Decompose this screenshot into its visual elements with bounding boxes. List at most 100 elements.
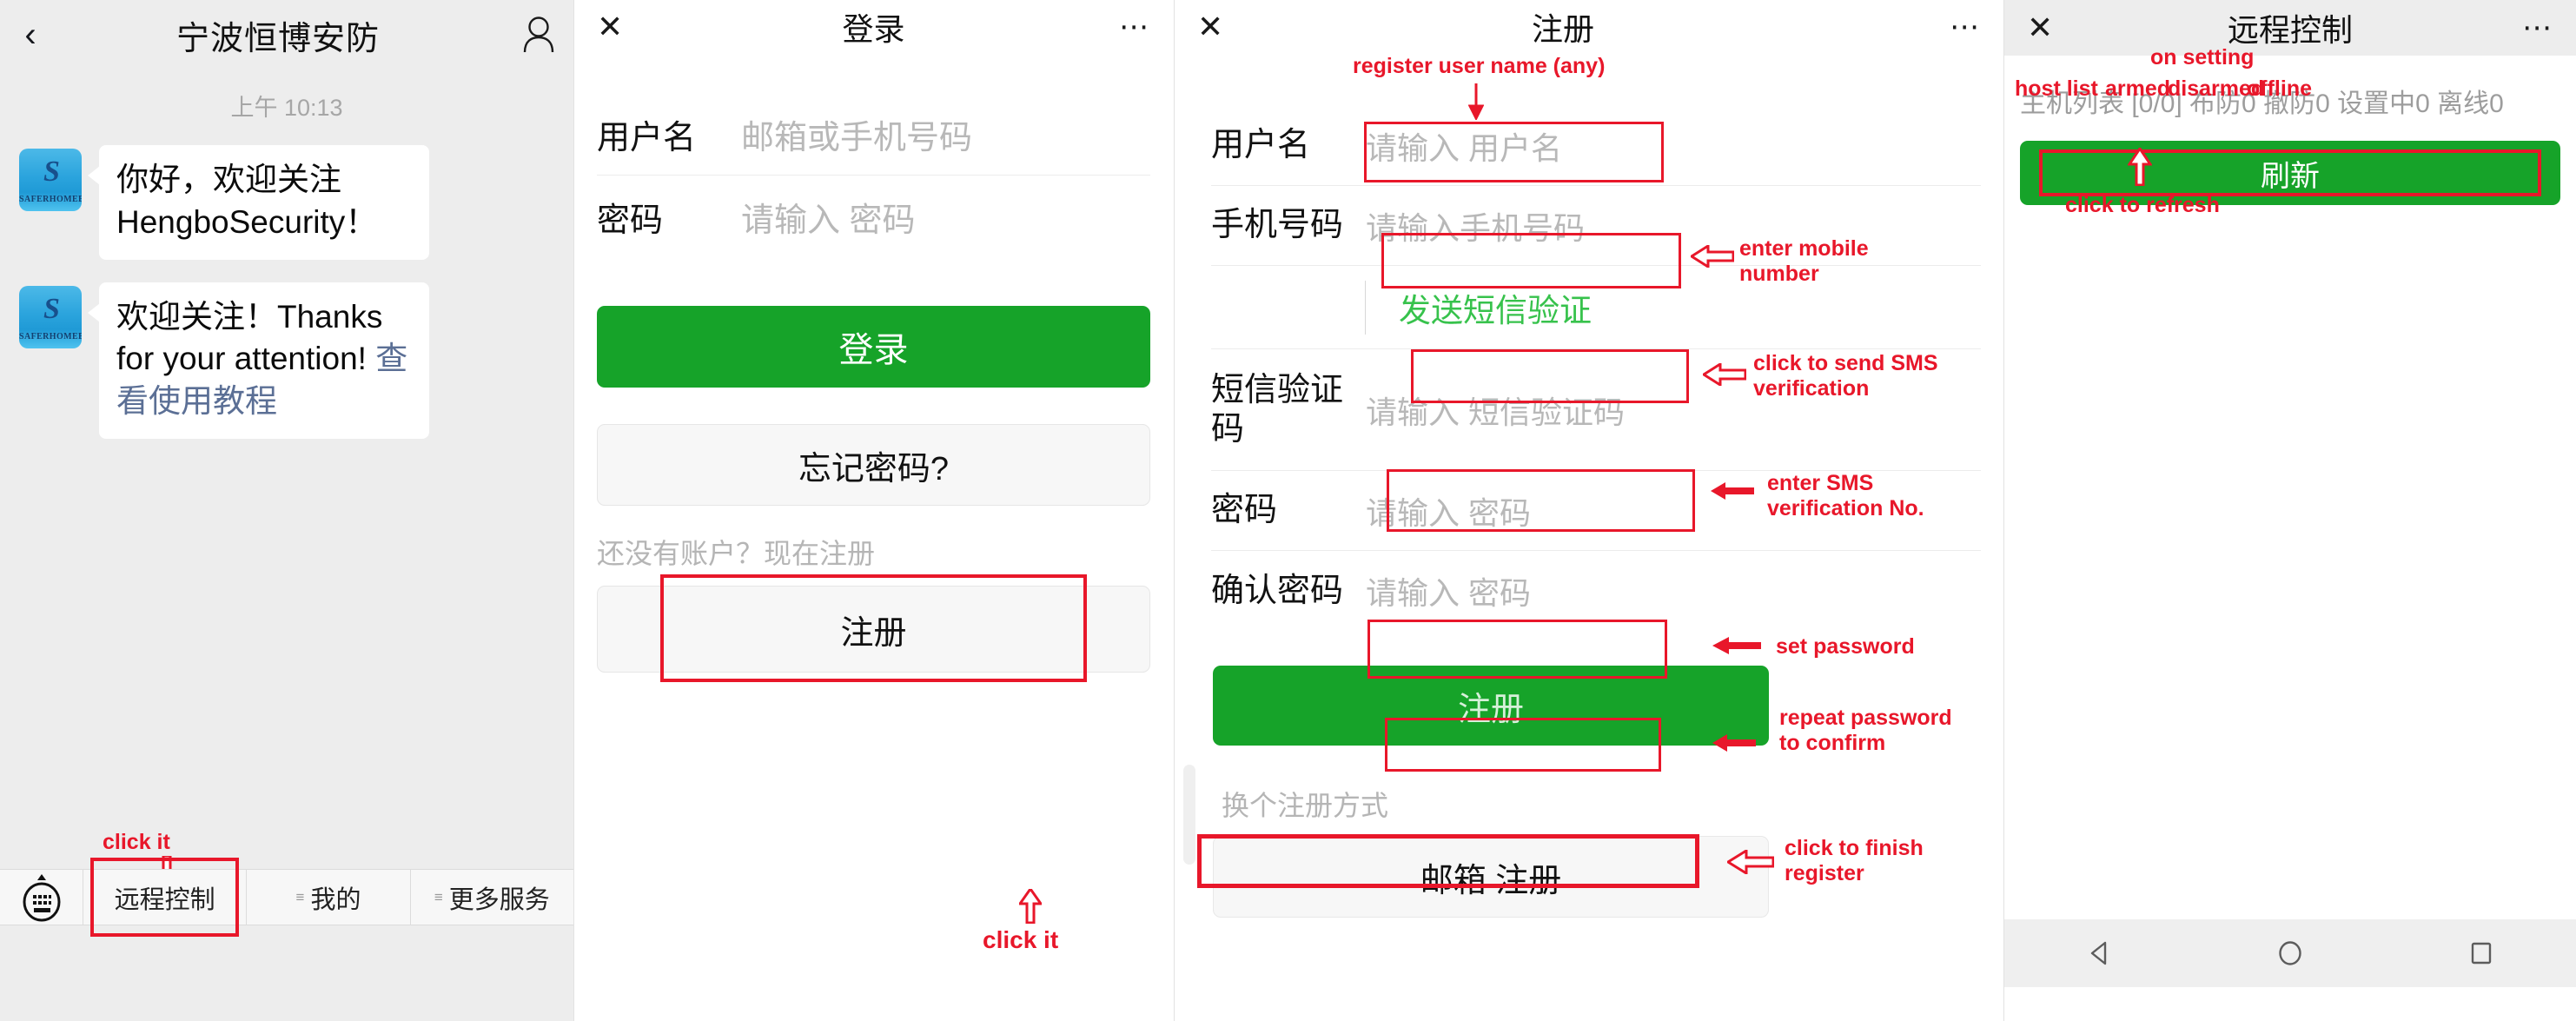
- recents-square-icon[interactable]: [2467, 938, 2496, 968]
- go-register-button[interactable]: 注册: [597, 574, 1150, 682]
- register-username-row: 用户名 请输入 用户名: [1211, 106, 1981, 186]
- saferhome-logo-icon: S: [43, 156, 60, 188]
- toolbar-item-more-services[interactable]: ≡ 更多服务: [411, 870, 573, 925]
- annotation-confirm: repeat password to confirm: [1779, 706, 1952, 755]
- menu-lines-icon: ≡: [434, 889, 443, 905]
- toolbar-item-mine[interactable]: ≡ 我的: [247, 870, 411, 925]
- chat-message-list: 上午 10:13 S SAFERHOMEE 你好，欢迎关注HengboSecur…: [0, 70, 573, 869]
- saferhome-logo-icon: S: [43, 292, 60, 325]
- chevron-left-icon[interactable]: ‹: [0, 0, 61, 70]
- android-navigation-bar: [2004, 919, 2576, 987]
- login-password-placeholder: 请输入 密码: [741, 202, 916, 239]
- register-hint: 还没有账户？现在注册: [597, 538, 876, 569]
- remote-header: ✕ 远程控制 ⋯: [2004, 0, 2576, 56]
- toolbar-item-label: 我的: [310, 885, 361, 914]
- login-button-label: 登录: [838, 331, 909, 369]
- chat-message: S SAFERHOMEE 你好，欢迎关注HengboSecurity！: [19, 145, 554, 260]
- login-button[interactable]: 登录: [597, 306, 1150, 388]
- chat-header: ‹ 宁波恒博安防: [0, 0, 573, 70]
- login-password-label: 密码: [597, 202, 664, 239]
- chat-bottom-toolbar: 远程控制 ≡ 我的 ≡ 更多服务: [0, 858, 573, 937]
- go-register-label: 注册: [840, 614, 907, 652]
- toolbar-item-label: 远程控制: [114, 885, 215, 914]
- login-form: 用户名 邮箱或手机号码 密码 请输入 密码: [574, 94, 1173, 257]
- page-title: 登录: [842, 11, 905, 47]
- toolbar-item-label: 更多服务: [448, 885, 550, 914]
- avatar-brand-text: SAFERHOMEE: [19, 195, 82, 204]
- register-panel: ✕ 注册 ⋯ 用户名 请输入 用户名 手机号码 请输入手机号码 发送短信验证 短…: [1174, 0, 2003, 1021]
- register-mobile-placeholder: 请输入手机号码: [1366, 209, 1586, 246]
- register-username-placeholder: 请输入 用户名: [1366, 129, 1563, 166]
- register-header: ✕ 注册 ⋯: [1175, 0, 2003, 54]
- register-username-label: 用户名: [1211, 127, 1311, 164]
- page-title: 宁波恒博安防: [175, 20, 380, 57]
- login-password-field[interactable]: 请输入 密码: [741, 193, 1150, 241]
- annotation-click-it: click it: [103, 830, 170, 854]
- back-triangle-icon[interactable]: [2085, 938, 2115, 968]
- annotation-click-it: click it: [983, 926, 1059, 953]
- more-dots-icon[interactable]: ⋯: [1934, 11, 1981, 42]
- more-dots-icon[interactable]: ⋯: [1103, 11, 1150, 42]
- register-mobile-field[interactable]: 请输入手机号码: [1366, 203, 1981, 249]
- avatar: S SAFERHOMEE: [19, 149, 82, 211]
- annotation-on-setting: on setting: [2150, 45, 2255, 70]
- chat-timestamp: 上午 10:13: [230, 95, 343, 121]
- send-sms-label: 发送短信验证: [1399, 292, 1592, 328]
- message-bubble: 你好，欢迎关注HengboSecurity！: [88, 145, 429, 260]
- email-register-label: 邮箱 注册: [1420, 862, 1562, 899]
- more-dots-icon[interactable]: ⋯: [2506, 12, 2553, 43]
- login-username-label: 用户名: [597, 120, 697, 156]
- register-confirm-placeholder: 请输入 密码: [1366, 575, 1532, 611]
- wechat-chat-panel: ‹ 宁波恒博安防 上午 10:13 S SAFERHOMEE 你好，欢迎关注He…: [0, 0, 573, 1021]
- scrollbar-thumb[interactable]: [1183, 765, 1195, 865]
- register-confirm-label: 确认密码: [1211, 572, 1344, 609]
- login-header: ✕ 登录 ⋯: [574, 0, 1173, 54]
- refresh-button-label: 刷新: [2261, 159, 2320, 193]
- menu-lines-icon: ≡: [295, 889, 305, 905]
- annotation-refresh: click to refresh: [2065, 193, 2220, 217]
- message-text: 你好，欢迎关注HengboSecurity！: [116, 162, 378, 240]
- register-submit-button[interactable]: 注册: [1213, 666, 1769, 746]
- register-password-label: 密码: [1211, 492, 1278, 529]
- forgot-password-button[interactable]: 忘记密码?: [597, 424, 1150, 506]
- annotation-armed: armed: [2105, 76, 2171, 101]
- avatar-brand-text: SAFERHOMEE: [19, 331, 82, 341]
- remote-control-panel: ✕ 远程控制 ⋯ 主机列表 [0/0] 布防0 撤防0 设置中0 离线0 刷新 …: [2003, 0, 2576, 1021]
- register-mobile-label: 手机号码: [1211, 207, 1344, 244]
- page-title: 远程控制: [2227, 12, 2353, 48]
- login-username-placeholder: 邮箱或手机号码: [741, 120, 973, 156]
- message-bubble: 欢迎关注！Thanks for your attention! 查看使用教程: [88, 282, 429, 440]
- chat-message: S SAFERHOMEE 欢迎关注！Thanks for your attent…: [19, 282, 554, 440]
- toolbar-item-remote-control[interactable]: 远程控制: [83, 858, 248, 937]
- close-icon[interactable]: ✕: [1197, 11, 1244, 43]
- login-username-row: 用户名 邮箱或手机号码: [597, 94, 1150, 176]
- register-username-field[interactable]: 请输入 用户名: [1366, 123, 1981, 169]
- register-confirm-row: 确认密码 请输入 密码: [1211, 551, 1981, 631]
- annotation-submit: click to finish register: [1785, 836, 1924, 885]
- home-circle-icon[interactable]: [2275, 938, 2305, 968]
- annotation-offline: offline: [2247, 76, 2312, 101]
- person-icon[interactable]: [504, 0, 573, 70]
- login-panel: ✕ 登录 ⋯ 用户名 邮箱或手机号码 密码 请输入 密码 登录 忘记密码? 还没…: [573, 0, 1173, 1021]
- send-sms-button[interactable]: 发送短信验证: [1399, 284, 1592, 331]
- alt-register-label: 换个注册方式: [1222, 790, 1389, 821]
- annotation-mobile: enter mobile number: [1739, 236, 1869, 286]
- register-confirm-field[interactable]: 请输入 密码: [1366, 568, 1981, 613]
- avatar: S SAFERHOMEE: [19, 285, 82, 348]
- close-icon[interactable]: ✕: [2027, 12, 2074, 43]
- annotation-sms-code: enter SMS verification No.: [1767, 471, 1924, 520]
- close-icon[interactable]: ✕: [597, 11, 644, 43]
- login-username-field[interactable]: 邮箱或手机号码: [741, 110, 1150, 158]
- annotation-password: set password: [1776, 634, 1915, 659]
- annotation-sms-send: click to send SMS verification: [1753, 351, 1938, 401]
- screenshot-stage: ‹ 宁波恒博安防 上午 10:13 S SAFERHOMEE 你好，欢迎关注He…: [0, 0, 2576, 1021]
- email-register-button[interactable]: 邮箱 注册: [1213, 836, 1769, 918]
- annotation-username: register user name (any): [1353, 54, 1606, 78]
- register-sms-code-label: 短信验证码: [1211, 371, 1344, 448]
- forgot-password-label: 忘记密码?: [798, 450, 950, 487]
- message-text: 欢迎关注！Thanks for your attention!: [116, 298, 383, 377]
- register-submit-label: 注册: [1457, 691, 1524, 728]
- annotation-arrow-up-icon: [1019, 889, 1042, 924]
- keyboard-icon[interactable]: [0, 870, 83, 925]
